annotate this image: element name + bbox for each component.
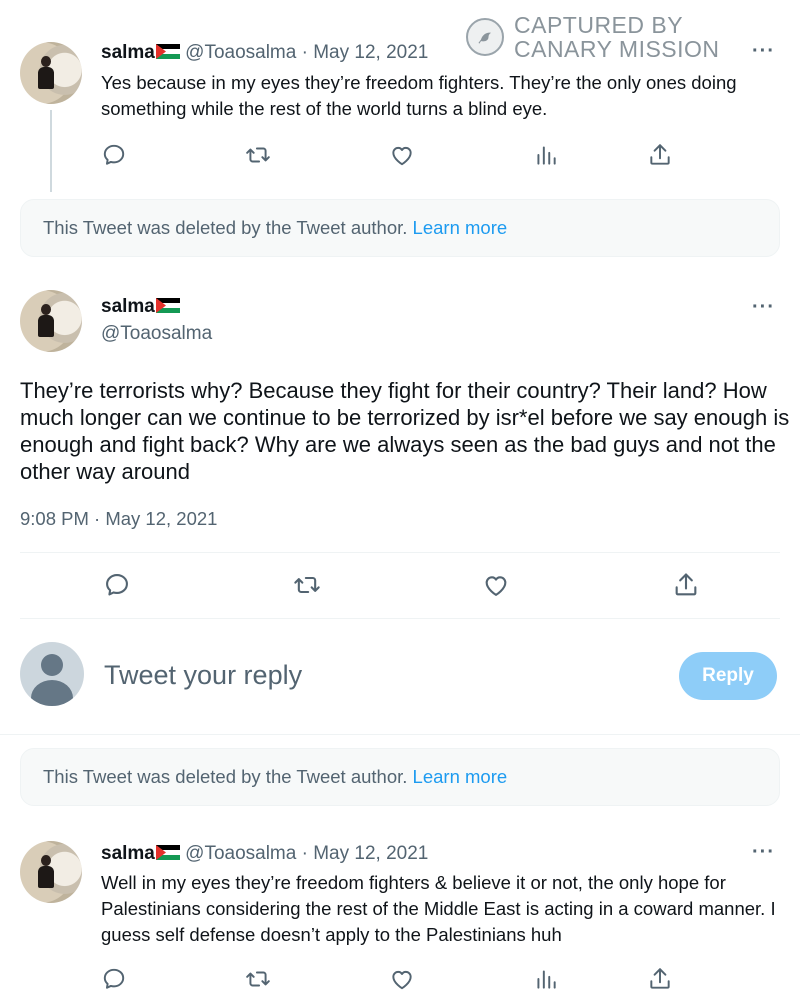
- tweet-text: Yes because in my eyes they’re freedom f…: [101, 72, 737, 119]
- reply-icon[interactable]: [103, 571, 131, 599]
- like-icon[interactable]: [482, 571, 510, 599]
- tweet-date[interactable]: May 12, 2021: [313, 843, 428, 864]
- avatar[interactable]: [20, 290, 82, 352]
- deleted-tweet-notice: This Tweet was deleted by the Tweet auth…: [20, 199, 780, 257]
- like-icon[interactable]: [389, 142, 415, 168]
- more-options-icon[interactable]: ···: [752, 40, 775, 63]
- author-name[interactable]: salma: [101, 42, 155, 63]
- palestine-flag-icon: [156, 298, 180, 313]
- avatar-head: [41, 654, 63, 676]
- avatar-placeholder: [20, 642, 84, 706]
- author-name-row: salma: [101, 296, 180, 318]
- tweet-text: Well in my eyes they’re freedom fighters…: [101, 872, 776, 945]
- avatar[interactable]: [20, 841, 82, 903]
- divider: [0, 734, 800, 735]
- tweet-timestamp[interactable]: 9:08 PM · May 12, 2021: [20, 508, 217, 530]
- learn-more-link[interactable]: Learn more: [413, 766, 508, 787]
- author-name[interactable]: salma: [101, 843, 155, 864]
- watermark-line-2: CANARY MISSION: [514, 36, 720, 62]
- reply-icon[interactable]: [101, 142, 127, 168]
- author-handle[interactable]: @Toaosalma: [101, 323, 212, 345]
- views-icon[interactable]: [533, 142, 559, 168]
- like-icon[interactable]: [389, 966, 415, 992]
- retweet-icon[interactable]: [245, 966, 271, 992]
- divider: [20, 552, 780, 553]
- more-options-icon[interactable]: ···: [752, 296, 775, 319]
- thread-line: [50, 110, 52, 192]
- tweet-date[interactable]: May 12, 2021: [313, 42, 428, 63]
- palestine-flag-icon: [156, 44, 180, 59]
- deleted-notice-text: This Tweet was deleted by the Tweet auth…: [43, 217, 508, 238]
- share-icon[interactable]: [647, 142, 673, 168]
- palestine-flag-icon: [156, 845, 180, 860]
- avatar-figure: [38, 56, 54, 90]
- tweet-header: salma @Toaosalma · May 12, 2021: [101, 843, 428, 865]
- reply-composer: Tweet your reply Reply: [0, 620, 800, 730]
- views-icon[interactable]: [533, 966, 559, 992]
- canary-icon: [466, 18, 504, 56]
- share-icon[interactable]: [647, 966, 673, 992]
- tweet-text: They’re terrorists why? Because they fig…: [20, 378, 790, 484]
- author-name[interactable]: salma: [101, 296, 155, 317]
- watermark: CAPTURED BY CANARY MISSION: [466, 12, 726, 64]
- avatar[interactable]: [20, 42, 82, 104]
- deleted-tweet-notice: This Tweet was deleted by the Tweet auth…: [20, 748, 780, 806]
- share-icon[interactable]: [672, 571, 700, 599]
- main-tweet: salma @Toaosalma ··· They’re terrorists …: [0, 270, 800, 620]
- retweet-icon[interactable]: [245, 142, 271, 168]
- tweet-3[interactable]: salma @Toaosalma · May 12, 2021 ··· Well…: [0, 825, 800, 1006]
- deleted-notice-text: This Tweet was deleted by the Tweet auth…: [43, 766, 508, 787]
- retweet-icon[interactable]: [293, 571, 321, 599]
- divider: [20, 618, 780, 619]
- tweet-1[interactable]: salma @Toaosalma · May 12, 2021 CAPTURED…: [0, 0, 800, 192]
- reply-input[interactable]: Tweet your reply: [104, 660, 302, 691]
- learn-more-link[interactable]: Learn more: [413, 217, 508, 238]
- avatar-figure: [38, 304, 54, 338]
- reply-icon[interactable]: [101, 966, 127, 992]
- reply-button[interactable]: Reply: [679, 652, 777, 700]
- separator-dot: ·: [301, 42, 308, 63]
- tweet-header: salma @Toaosalma · May 12, 2021: [101, 42, 428, 64]
- separator-dot: ·: [301, 843, 308, 864]
- author-handle[interactable]: @Toaosalma: [185, 843, 296, 864]
- watermark-line-1: CAPTURED BY: [514, 12, 684, 38]
- author-handle[interactable]: @Toaosalma: [185, 42, 296, 63]
- avatar-body: [31, 680, 73, 706]
- more-options-icon[interactable]: ···: [752, 841, 775, 864]
- avatar-figure: [38, 855, 54, 889]
